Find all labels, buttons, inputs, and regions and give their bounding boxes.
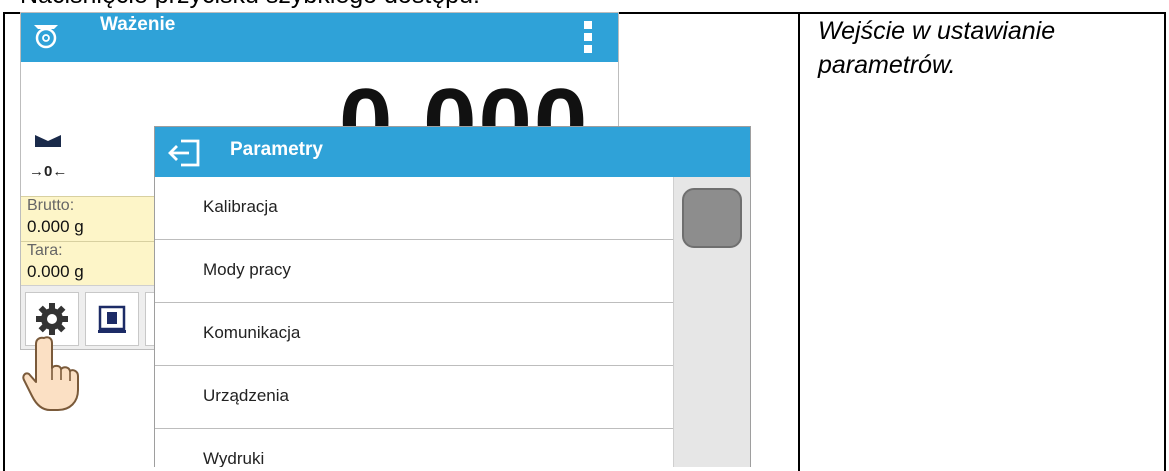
info-value: 0.000 g [27,217,84,236]
info-label: Brutto: [27,197,75,214]
info-label: Tara: [27,242,63,259]
step-description: Wejście w ustawianie parametrów. [818,17,1056,79]
zero-indicator: →0← [29,163,68,180]
hand-pointer-icon [22,336,79,411]
list-item-printouts[interactable]: Wydruki [155,429,673,467]
list-item-label: Urządzenia [203,386,289,405]
parameters-header: Parametry [155,127,750,177]
table-border-right [1164,12,1166,471]
parameters-list: Kalibracja Mody pracy Komunikacja Urządz… [155,177,673,467]
parameters-title: Parametry [230,139,323,160]
list-item-work-modes[interactable]: Mody pracy [155,240,673,303]
scale-icon[interactable] [31,19,61,49]
tare-icon [98,305,126,333]
table-border-left [3,12,5,471]
info-box-gross: Brutto: 0.000 g [21,196,161,242]
list-item-devices[interactable]: Urządzenia [155,366,673,429]
list-item-calibration[interactable]: Kalibracja [155,177,673,240]
weighing-header: Ważenie [21,13,618,62]
stable-icon [35,135,61,147]
list-item-communication[interactable]: Komunikacja [155,303,673,366]
weighing-title: Ważenie [100,14,176,35]
parameters-panel: Parametry Kalibracja Mody pracy Komunika… [154,126,751,467]
info-value: 0.000 g [27,262,84,281]
info-box-tare: Tara: 0.000 g [21,241,161,287]
table-divider [798,12,800,471]
list-item-label: Wydruki [203,449,265,467]
scrollbar-track[interactable] [673,177,750,467]
settings-gear-icon [36,303,68,335]
scrollbar-thumb[interactable] [682,188,742,248]
instruction-caption: Naciśnięcie przycisku szybkiego dostępu: [20,0,480,10]
menu-dots-icon[interactable] [584,17,592,57]
list-item-label: Komunikacja [203,323,301,342]
list-item-label: Kalibracja [203,197,278,216]
back-arrow-icon[interactable] [167,138,203,168]
list-item-label: Mody pracy [203,260,291,279]
tare-button[interactable] [85,292,139,346]
